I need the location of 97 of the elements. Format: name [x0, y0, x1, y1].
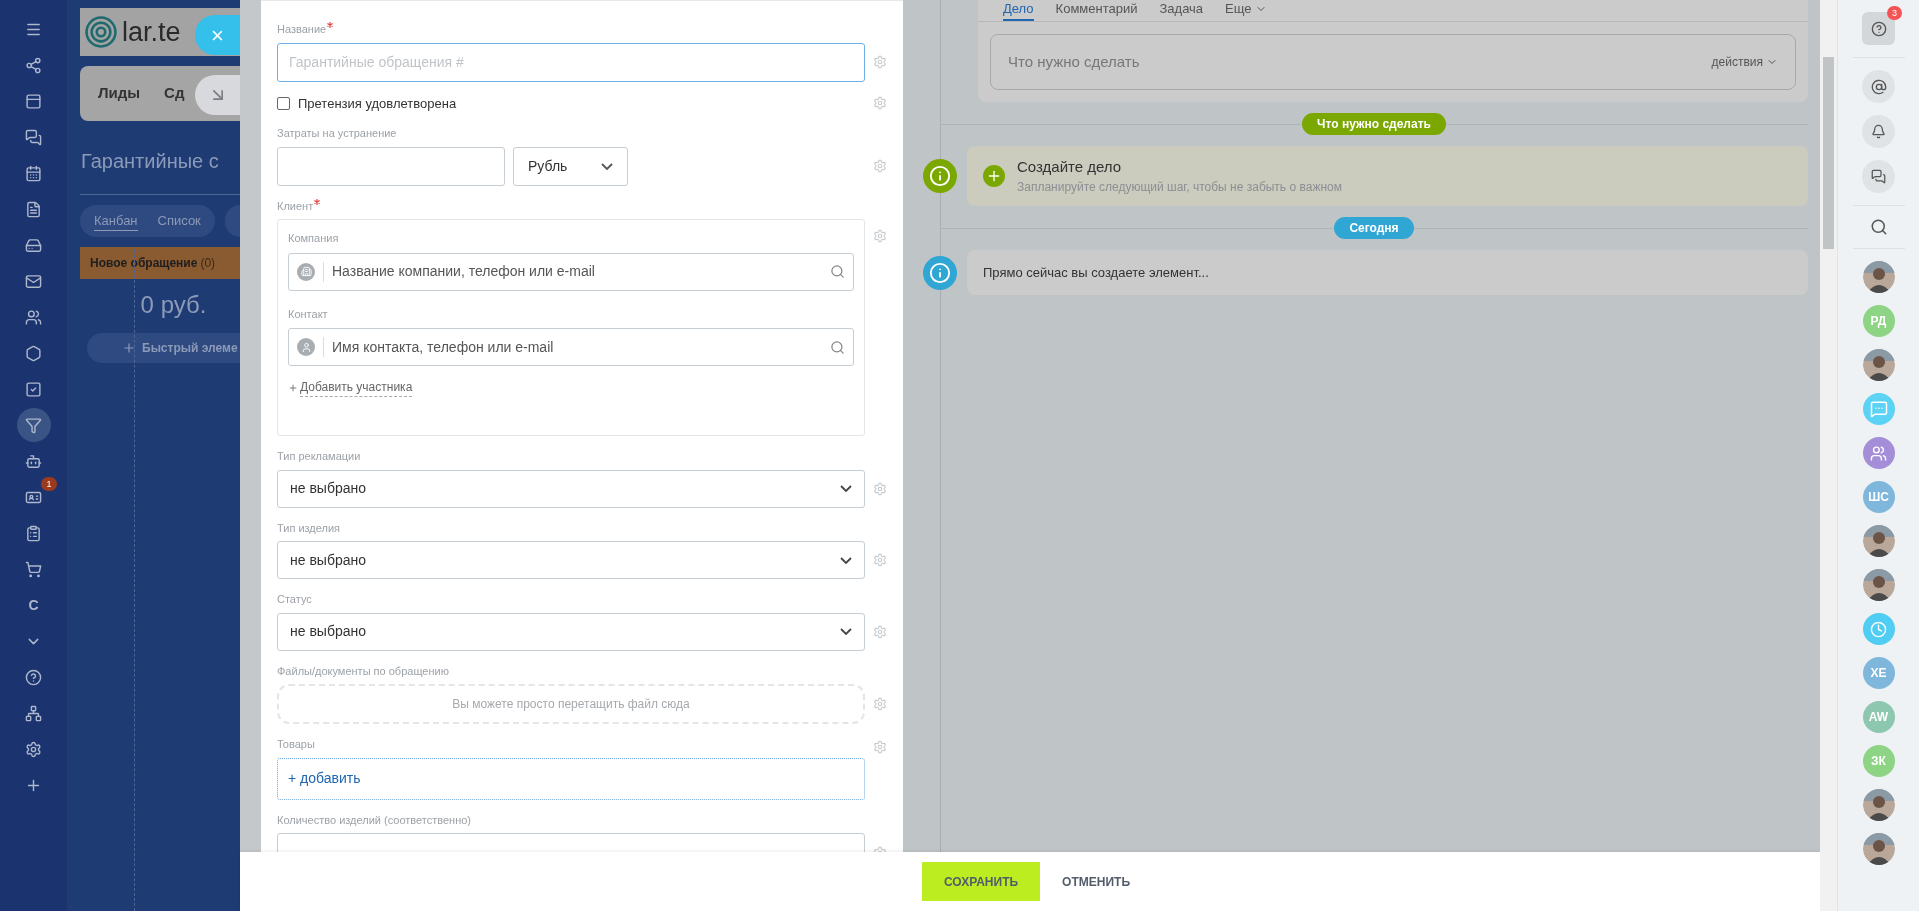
field-label: Затраты на устранение [277, 126, 398, 141]
user-icon [297, 338, 315, 356]
top-tab[interactable]: Лиды [98, 82, 141, 105]
card-text: Прямо сейчас вы создаете элемент... [983, 263, 1209, 282]
search-icon[interactable] [1869, 218, 1888, 236]
field-placeholder: Название компании, телефон или e-mail [332, 262, 596, 281]
dropdown-select[interactable]: не выбрано [277, 612, 865, 651]
settings-icon [25, 740, 42, 758]
plus-icon [288, 382, 298, 393]
contact-search-field[interactable]: Имя контакта, телефон или e-mail [288, 328, 854, 366]
timeline-date-pill: Сегодня [1334, 217, 1414, 239]
bell-icon [1871, 124, 1886, 139]
chat-icon [1871, 169, 1886, 184]
checkbox-label: Претензия удовлетворена [298, 94, 457, 113]
dropdown-select[interactable]: не выбрано [277, 469, 865, 508]
chevron-down-icon [840, 556, 852, 564]
add-product-link[interactable]: + добавить [288, 768, 361, 789]
actions-menu[interactable]: действия [1711, 53, 1778, 71]
share-icon [25, 56, 42, 74]
help-button[interactable] [1862, 12, 1895, 45]
mail-icon [25, 272, 42, 290]
chat-icon [25, 128, 42, 146]
search-icon[interactable] [830, 339, 845, 355]
card-title: Создайте дело [1017, 156, 1123, 177]
window-icon [25, 92, 42, 110]
field-placeholder: Имя контакта, телефон или e-mail [332, 337, 555, 357]
search-icon[interactable] [830, 264, 845, 279]
view-tab[interactable]: Канбан [94, 210, 138, 232]
filter-icon [25, 416, 42, 434]
fingerprint-logo-icon [84, 15, 118, 49]
field-label: Название [277, 21, 887, 38]
nav-letter[interactable]: С [16, 588, 51, 622]
timeline-tab[interactable]: Задача [1159, 0, 1204, 21]
document-icon [25, 200, 42, 218]
minimize-slider-button[interactable] [195, 75, 240, 115]
notification-badge: 3 [1887, 6, 1902, 20]
notification-badge: 1 [41, 477, 57, 491]
copilot-button[interactable] [1862, 70, 1895, 103]
timeline-tab[interactable]: Комментарий [1055, 0, 1138, 21]
building-icon [297, 262, 315, 281]
company-search-field[interactable]: Название компании, телефон или e-mail [288, 252, 854, 291]
messages-button[interactable] [1862, 160, 1895, 193]
create-activity-card[interactable]: Создайте дело Запланируйте следующий шаг, чтобы не забыть о важном [967, 146, 1808, 206]
plus-icon [122, 341, 136, 355]
page-title: Гарантийные с [81, 149, 219, 174]
currency-select[interactable]: Рубль [513, 146, 628, 186]
add-participant-link[interactable]: Добавить участника [300, 378, 413, 397]
field-label: Клиент [277, 197, 887, 214]
at-sign-icon [1870, 78, 1887, 95]
amount-field[interactable] [277, 146, 505, 186]
view-tab[interactable]: Список [157, 211, 201, 231]
chevron-down-icon [840, 628, 852, 635]
field-label: Контакт [288, 306, 329, 322]
field-label: Товары [277, 737, 315, 752]
chevron-down-icon [601, 162, 613, 170]
file-drop-zone[interactable]: Вы можете просто перетащить файл сюда [277, 684, 865, 724]
drive-icon [25, 236, 42, 254]
field-label: Файлы/документы по обращению [277, 663, 450, 679]
notifications-button[interactable] [1862, 115, 1895, 148]
group-avatar[interactable] [1862, 437, 1895, 469]
network-icon [25, 704, 42, 722]
column-title: Новое обращение [90, 255, 198, 272]
clipboard-icon [25, 524, 42, 542]
scrollbar[interactable] [1820, 0, 1837, 911]
text-field[interactable]: Гарантийные обращения # [277, 42, 865, 82]
field-label: Тип рекламации [277, 449, 362, 464]
robot-icon [25, 452, 42, 470]
field-label: Статус [277, 592, 313, 607]
filter-field[interactable] [224, 205, 240, 237]
timeline-tab[interactable]: Дело [1003, 0, 1034, 21]
checkbox[interactable] [277, 96, 290, 110]
field-label: Тип изделия [277, 520, 342, 536]
field-label: Количество изделий (соответственно) [277, 812, 473, 828]
field-label: Компания [288, 231, 340, 246]
save-button[interactable]: СОХРАНИТЬ [922, 862, 1041, 901]
quick-add-button[interactable]: Быстрый элеме [87, 333, 240, 363]
column-sum: 0 руб. [139, 290, 208, 320]
cancel-button[interactable]: ОТМЕНИТЬ [1054, 862, 1138, 901]
timeline-date-pill: Что нужно сделать [1302, 113, 1446, 135]
calendar-icon [25, 164, 42, 182]
card-subtitle: Запланируйте следующий шаг, чтобы не забыть о важном [1017, 179, 1342, 197]
top-tab[interactable]: Сд [164, 82, 185, 105]
field-placeholder: Что нужно сделать [1008, 51, 1140, 72]
help-icon [1870, 20, 1887, 37]
timeline-tab[interactable]: Еще [1225, 0, 1267, 21]
cart-icon [25, 560, 42, 578]
add-icon [983, 165, 1005, 187]
users-icon [25, 308, 42, 326]
help-icon [25, 668, 42, 686]
column-count: (0) [200, 255, 216, 272]
dropdown-select[interactable]: не выбрано [277, 541, 865, 579]
chevron-down-icon [840, 485, 852, 492]
hexagon-icon [25, 344, 42, 362]
todo-input-field[interactable]: Что нужно сделать действия [990, 34, 1796, 90]
logo-text: lar.te [122, 18, 181, 46]
checkbox-icon [25, 380, 42, 398]
nav-item[interactable] [16, 408, 51, 442]
